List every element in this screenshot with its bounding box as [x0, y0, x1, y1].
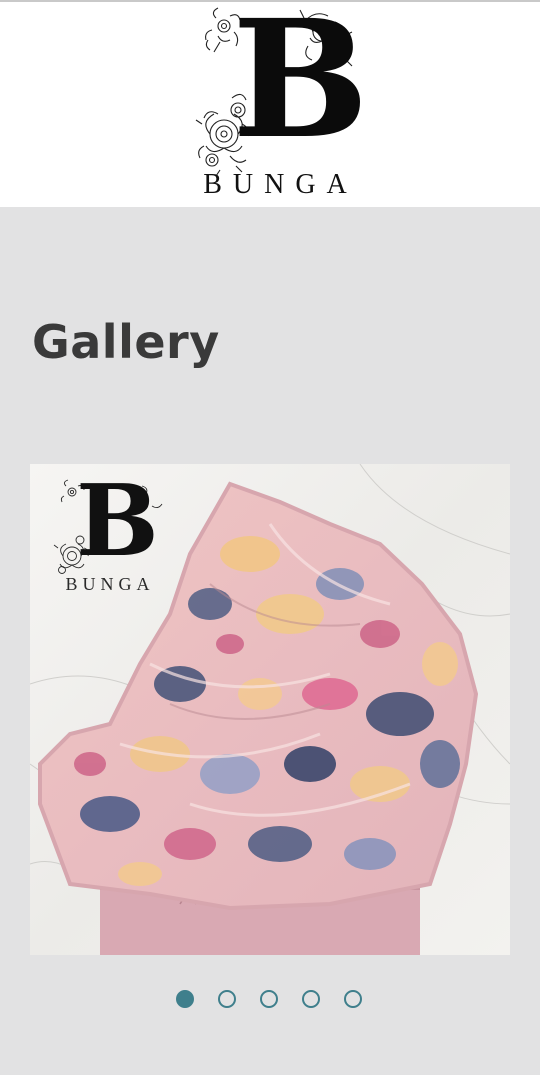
logo-letter: B	[232, 0, 369, 175]
carousel-dot-2[interactable]	[218, 990, 236, 1008]
logo-wordmark: BUNGA	[203, 169, 358, 200]
brand-logo[interactable]: B BUNGA	[190, 0, 369, 202]
carousel-pagination	[176, 990, 366, 1010]
carousel-dot-5[interactable]	[344, 990, 362, 1008]
slide-logo-letter: B	[76, 464, 159, 579]
page-title: Gallery	[32, 315, 220, 369]
slide-brand-logo: B BUNGA	[50, 473, 165, 598]
gallery-slide[interactable]: B BUNGA	[30, 464, 510, 955]
carousel-dot-3[interactable]	[260, 990, 278, 1008]
slide-logo-wordmark: BUNGA	[65, 574, 155, 594]
carousel-dot-4[interactable]	[302, 990, 320, 1008]
site-header: B BUNGA	[0, 0, 540, 207]
carousel-dot-1[interactable]	[176, 990, 194, 1008]
